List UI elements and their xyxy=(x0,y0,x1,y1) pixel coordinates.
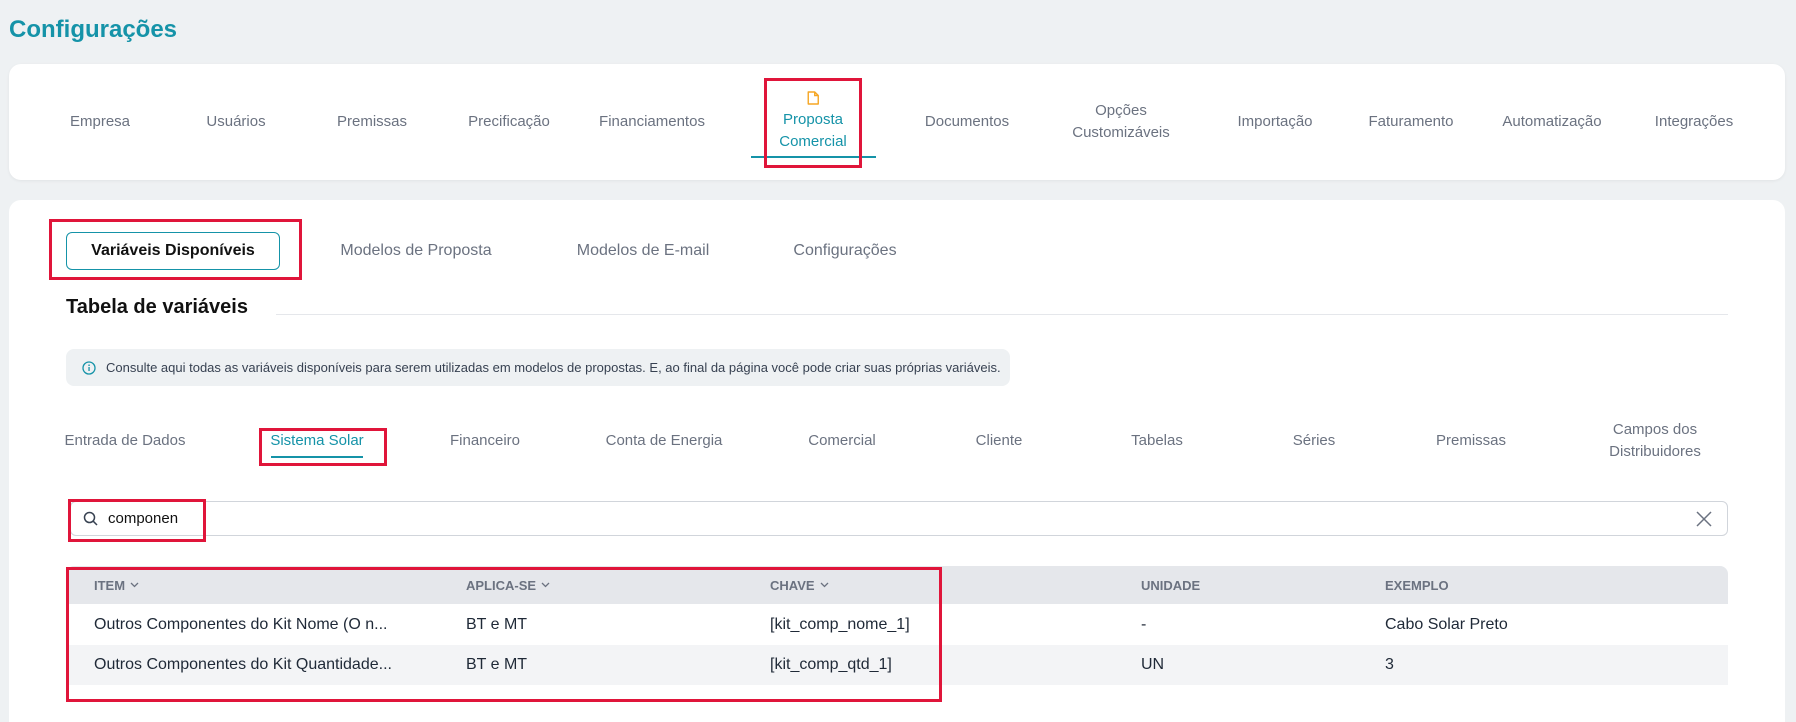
category-tab-label: Cliente xyxy=(975,432,1023,449)
category-tab-conta-de-energia[interactable]: Conta de Energia xyxy=(606,418,723,464)
subtab-modelos-de-email[interactable]: Modelos de E-mail xyxy=(573,232,713,270)
subtab-variaveis-disponiveis[interactable]: Variáveis Disponíveis xyxy=(66,232,280,270)
nav-item-label: Proposta xyxy=(782,111,844,128)
category-active-underline xyxy=(271,456,363,458)
nav-item-opcoes-customizaveis[interactable]: Opções Customizáveis xyxy=(1072,64,1170,180)
page-title: Configurações xyxy=(9,16,178,43)
category-tab-label: Campos dos xyxy=(1612,421,1698,438)
info-banner: Consulte aqui todas as variáveis disponí… xyxy=(66,349,1010,386)
category-tab-label: Séries xyxy=(1292,432,1336,449)
nav-item-faturamento[interactable]: Faturamento xyxy=(1368,64,1453,180)
column-header-unidade: UNIDADE xyxy=(1141,577,1201,593)
table-cell-item: Outros Componentes do Kit Nome (O n... xyxy=(94,616,388,633)
category-tab-label: Premissas xyxy=(1435,432,1507,449)
category-tab-financeiro[interactable]: Financeiro xyxy=(450,418,520,464)
clear-search-icon[interactable] xyxy=(1695,510,1713,528)
nav-item-financiamentos[interactable]: Financiamentos xyxy=(599,64,705,180)
category-tab-label: Tabelas xyxy=(1131,432,1183,449)
table-cell-chave: [kit_comp_nome_1] xyxy=(770,616,910,633)
category-tab-tabelas[interactable]: Tabelas xyxy=(1131,418,1183,464)
sort-chevron-icon xyxy=(820,582,829,588)
table-cell-aplica-se: BT e MT xyxy=(466,616,528,633)
column-header-exemplo: EXEMPLO xyxy=(1385,577,1449,593)
table-cell-unidade: UN xyxy=(1141,656,1165,673)
search-icon xyxy=(83,511,98,526)
category-tab-label: Comercial xyxy=(808,432,876,449)
nav-item-premissas[interactable]: Premissas xyxy=(337,64,407,180)
sort-chevron-icon xyxy=(130,582,139,588)
nav-item-proposta-comercial[interactable]: Proposta Comercial xyxy=(779,64,847,180)
column-header-item[interactable]: ITEM xyxy=(94,566,139,604)
nav-item-label: Empresa xyxy=(69,113,131,130)
table-cell-unidade: - xyxy=(1141,616,1147,633)
nav-item-label: Importação xyxy=(1237,113,1313,130)
table-header: ITEM APLICA-SE CHAVE UNIDADE EXEMPLO xyxy=(66,566,1728,604)
document-icon xyxy=(807,91,819,105)
category-tab-comercial[interactable]: Comercial xyxy=(808,418,876,464)
nav-item-documentos[interactable]: Documentos xyxy=(925,64,1009,180)
nav-item-label: Integrações xyxy=(1654,113,1734,130)
nav-item-label: Documentos xyxy=(924,113,1010,130)
info-text: Consulte aqui todas as variáveis disponí… xyxy=(106,360,1001,375)
category-tab-label: Sistema Solar xyxy=(270,432,364,449)
nav-item-label: Precificação xyxy=(468,113,550,130)
nav-item-label: Premissas xyxy=(336,113,408,130)
category-tab-label: Distribuidores xyxy=(1609,443,1701,460)
nav-item-importacao[interactable]: Importação xyxy=(1237,64,1312,180)
table-cell-aplica-se: BT e MT xyxy=(466,656,528,673)
info-icon xyxy=(82,360,96,375)
category-tab-campos-dos-distribuidores[interactable]: Campos dos Distribuidores xyxy=(1609,418,1701,464)
sort-chevron-icon xyxy=(541,582,550,588)
nav-item-label: Faturamento xyxy=(1368,113,1454,130)
nav-item-label: Usuários xyxy=(206,113,266,130)
table-cell-item: Outros Componentes do Kit Quantidade... xyxy=(94,656,392,673)
nav-item-precificacao[interactable]: Precificação xyxy=(468,64,550,180)
table-cell-chave: [kit_comp_qtd_1] xyxy=(770,656,892,673)
category-tab-entrada-de-dados[interactable]: Entrada de Dados xyxy=(65,418,186,464)
nav-item-integracoes[interactable]: Integrações xyxy=(1655,64,1733,180)
nav-item-label: Comercial xyxy=(779,133,847,150)
category-tab-label: Financeiro xyxy=(449,432,521,449)
subtab-configuracoes[interactable]: Configurações xyxy=(790,232,900,270)
column-header-chave[interactable]: CHAVE xyxy=(770,566,829,604)
nav-item-empresa[interactable]: Empresa xyxy=(70,64,130,180)
table-row[interactable]: Outros Componentes do Kit Quantidade... B… xyxy=(66,645,1728,685)
section-divider xyxy=(276,314,1728,315)
nav-active-underline xyxy=(751,156,876,158)
table-cell-exemplo: Cabo Solar Preto xyxy=(1385,616,1508,633)
nav-item-automatizacao[interactable]: Automatização xyxy=(1502,64,1601,180)
category-tab-cliente[interactable]: Cliente xyxy=(976,418,1023,464)
section-title: Tabela de variáveis xyxy=(66,296,248,318)
subtab-modelos-de-proposta[interactable]: Modelos de Proposta xyxy=(336,232,496,270)
table-row[interactable]: Outros Componentes do Kit Nome (O n... BT… xyxy=(66,605,1728,645)
table-cell-exemplo: 3 xyxy=(1385,656,1394,673)
nav-item-label: Opções xyxy=(1095,102,1147,119)
nav-item-usuarios[interactable]: Usuários xyxy=(206,64,265,180)
nav-item-label: Automatização xyxy=(1502,113,1602,130)
category-tab-label: Conta de Energia xyxy=(605,432,723,449)
search-input[interactable] xyxy=(108,510,1648,527)
category-tab-label: Entrada de Dados xyxy=(64,432,186,449)
nav-item-label: Customizáveis xyxy=(1072,124,1170,141)
search-field[interactable] xyxy=(70,501,1728,536)
nav-item-label: Financiamentos xyxy=(599,113,705,130)
category-tab-series[interactable]: Séries xyxy=(1293,418,1336,464)
column-header-aplica-se[interactable]: APLICA-SE xyxy=(466,566,550,604)
category-tab-premissas[interactable]: Premissas xyxy=(1436,418,1506,464)
